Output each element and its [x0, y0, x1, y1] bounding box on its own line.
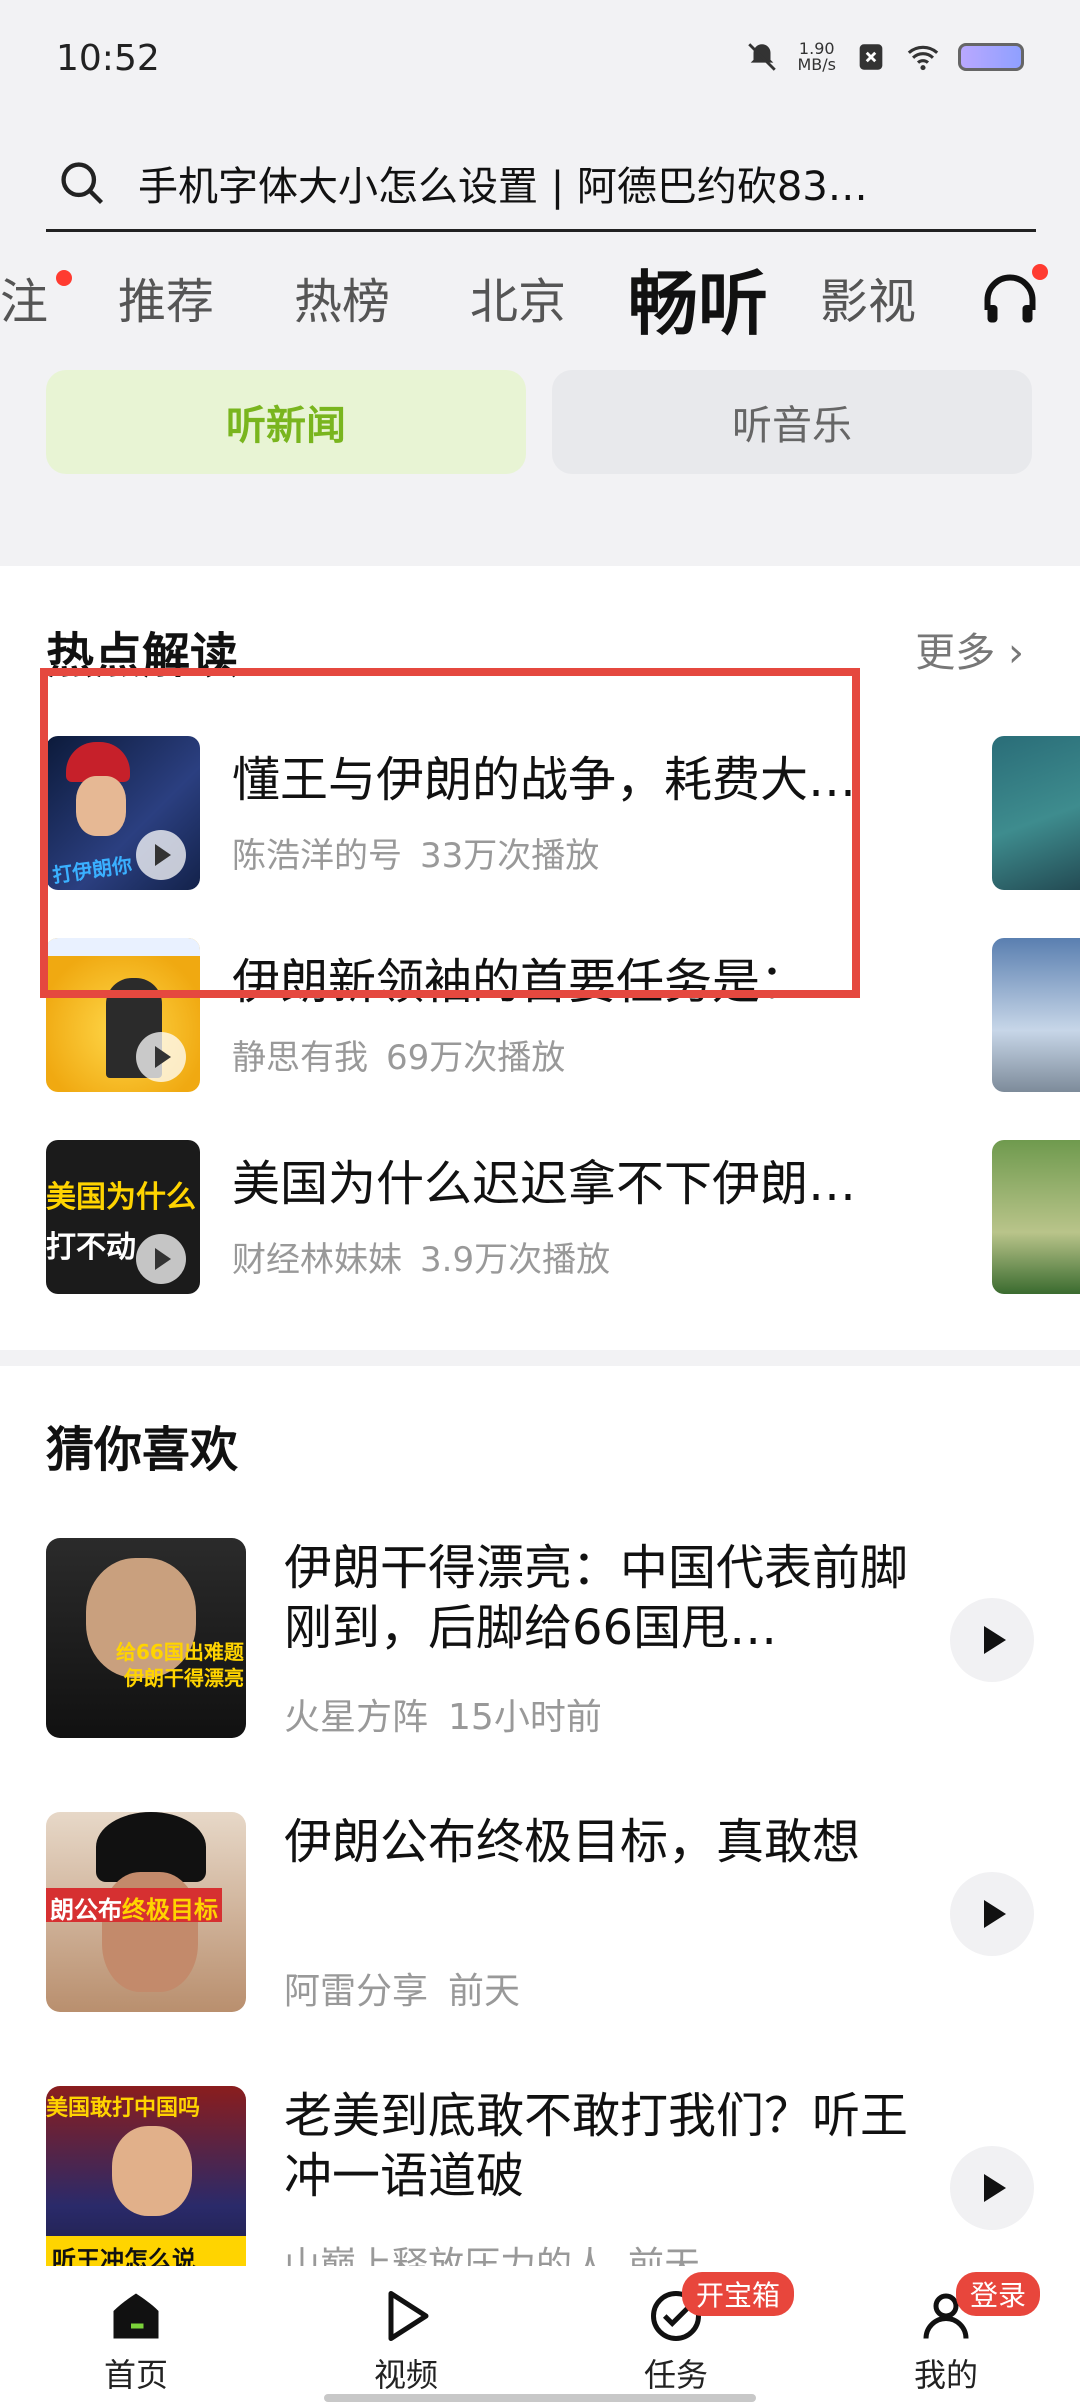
hot-section: 热点解读 更多 › 打伊朗你 懂王与伊朗的战争，耗费大… 陈浩洋的号 33万次播放… — [0, 566, 1080, 1350]
video-thumbnail: 朗公布终极目标 — [46, 1812, 246, 2012]
video-thumbnail — [46, 938, 200, 1092]
thumbnail-caption: 朗公布终极目标 — [46, 1888, 222, 1924]
play-button[interactable] — [950, 1598, 1034, 1682]
headphones-dot — [1032, 264, 1048, 280]
hot-item-meta: 陈浩洋的号 33万次播放 — [232, 828, 599, 877]
list-item[interactable]: 打伊朗你 懂王与伊朗的战争，耗费大… 陈浩洋的号 33万次播放 — [46, 736, 1080, 896]
hot-item-plays: 3.9万次播放 — [420, 1240, 611, 1280]
home-icon — [113, 2293, 159, 2339]
status-bar: 10:52 1.90 MB/s — [0, 0, 1080, 120]
status-time: 10:52 — [56, 38, 160, 79]
recommend-section-title: 猜你喜欢 — [46, 1422, 239, 1478]
list-item[interactable]: 伊朗新领袖的首要任务是：… 静思有我 69万次播放 — [46, 938, 1080, 1098]
recommend-item-time: 15小时前 — [448, 1697, 602, 1738]
hot-item-title: 懂王与伊朗的战争，耗费大… — [232, 752, 857, 808]
play-button[interactable] — [950, 1872, 1034, 1956]
nav-video[interactable]: 视频 — [326, 2286, 486, 2396]
recommend-item-title: 伊朗干得漂亮：中国代表前脚刚到，后脚给66国甩… — [284, 1540, 909, 1656]
side-thumbnail[interactable] — [992, 938, 1080, 1092]
task-badge: 开宝箱 — [682, 2272, 795, 2316]
thumbnail-caption-a: 朗公布 — [50, 1896, 122, 1924]
wifi-icon — [907, 45, 939, 71]
channel-tabs: 注 推荐 热榜 北京 畅听 影视 — [0, 240, 1080, 350]
recommend-item-title: 伊朗公布终极目标，真敢想 — [284, 1814, 861, 1870]
nav-task-label: 任务 — [643, 2356, 708, 2394]
nav-mine-label: 我的 — [913, 2356, 978, 2394]
home-indicator — [324, 2394, 756, 2402]
thumbnail-caption: 打伊朗你 — [50, 852, 134, 888]
bottom-navbar: 首页 视频 任务 开宝箱 我的 登录 — [0, 2266, 1080, 2408]
thumbnail-caption: 美国敢打中国吗 — [46, 2096, 201, 2121]
nav-home-label: 首页 — [103, 2356, 168, 2394]
hot-more-link[interactable]: 更多 › — [915, 620, 1024, 678]
search-icon — [61, 161, 104, 204]
tab-film[interactable]: 影视 — [820, 262, 916, 332]
thumbnail-caption: 伊朗干得漂亮 — [124, 1666, 244, 1690]
nav-video-label: 视频 — [373, 2356, 438, 2394]
net-speed-unit: MB/s — [797, 55, 836, 74]
status-icons: 1.90 MB/s — [745, 40, 1024, 74]
search-query: 手机字体大小怎么设置 | 阿德巴约砍83… — [138, 163, 868, 210]
video-thumbnail: 打伊朗你 — [46, 736, 200, 890]
thumbnail-caption-b: 终极目标 — [122, 1896, 218, 1924]
hot-item-author: 陈浩洋的号 — [232, 836, 402, 876]
list-item[interactable]: 给66国出难题 伊朗干得漂亮 伊朗干得漂亮：中国代表前脚刚到，后脚给66国甩… … — [46, 1538, 1046, 1738]
recommend-item-meta: 火星方阵 15小时前 — [284, 1688, 602, 1740]
thumbnail-caption: 美国为什么 — [46, 1180, 196, 1215]
hot-item-meta: 财经林妹妹 3.9万次播放 — [232, 1232, 610, 1281]
segment-listen-music[interactable]: 听音乐 — [552, 370, 1032, 474]
tab-follow-dot — [56, 270, 72, 286]
tab-follow[interactable]: 注 — [0, 262, 48, 332]
hot-item-plays: 69万次播放 — [386, 1038, 566, 1078]
list-item[interactable]: 美国敢打中国吗 听王冲怎么说 老美到底敢不敢打我们？听王冲一语道破 山巅上释放压… — [46, 2086, 1046, 2286]
list-item[interactable]: 美国为什么 打不动 美国为什么迟迟拿不下伊朗… 财经林妹妹 3.9万次播放 — [46, 1140, 1080, 1300]
login-badge: 登录 — [956, 2272, 1041, 2316]
play-icon — [136, 1032, 186, 1082]
net-speed: 1.90 MB/s — [797, 41, 836, 73]
sim-icon — [859, 44, 883, 70]
hot-item-plays: 33万次播放 — [420, 836, 600, 876]
recommend-item-title: 老美到底敢不敢打我们？听王冲一语道破 — [284, 2088, 909, 2204]
video-thumbnail: 美国敢打中国吗 听王冲怎么说 — [46, 2086, 246, 2286]
play-button[interactable] — [950, 2146, 1034, 2230]
video-thumbnail: 给66国出难题 伊朗干得漂亮 — [46, 1538, 246, 1738]
hot-item-title: 伊朗新领袖的首要任务是：… — [232, 954, 857, 1010]
face-shape — [76, 776, 126, 836]
video-play-icon — [388, 2291, 429, 2341]
hot-item-title: 美国为什么迟迟拿不下伊朗… — [232, 1156, 857, 1212]
tab-beijing[interactable]: 北京 — [470, 262, 566, 332]
recommend-item-author: 阿雷分享 — [284, 1971, 429, 2012]
hot-section-title: 热点解读 — [46, 628, 239, 684]
side-thumbnail[interactable] — [992, 1140, 1080, 1294]
hot-item-meta: 静思有我 69万次播放 — [232, 1030, 565, 1079]
recommend-item-time: 前天 — [448, 1971, 521, 2012]
recommend-item-meta: 阿雷分享 前天 — [284, 1962, 520, 2014]
search-bar[interactable]: 手机字体大小怎么设置 | 阿德巴约砍83… — [46, 136, 1036, 232]
headphones-icon[interactable] — [980, 270, 1040, 330]
recommend-section: 猜你喜欢 给66国出难题 伊朗干得漂亮 伊朗干得漂亮：中国代表前脚刚到，后脚给6… — [0, 1366, 1080, 2286]
mute-bell-icon — [748, 43, 777, 71]
nav-home[interactable]: 首页 — [56, 2286, 216, 2396]
side-thumbnail[interactable] — [992, 736, 1080, 890]
list-item[interactable]: 朗公布终极目标 伊朗公布终极目标，真敢想 阿雷分享 前天 — [46, 1812, 1046, 2012]
play-icon — [136, 1234, 186, 1284]
video-thumbnail: 美国为什么 打不动 — [46, 1140, 200, 1294]
battery-icon — [958, 43, 1024, 71]
hot-item-author: 静思有我 — [232, 1038, 368, 1078]
thumbnail-caption: 给66国出难题 — [116, 1640, 244, 1664]
recommend-item-author: 火星方阵 — [284, 1697, 429, 1738]
thumbnail-banner — [46, 938, 200, 956]
tab-recommend[interactable]: 推荐 — [118, 262, 214, 332]
segment-listen-news[interactable]: 听新闻 — [46, 370, 526, 474]
hot-item-author: 财经林妹妹 — [232, 1240, 402, 1280]
face-shape — [112, 2126, 192, 2216]
tab-hot-list[interactable]: 热榜 — [294, 262, 390, 332]
tab-listen[interactable]: 畅听 — [628, 248, 768, 349]
play-icon — [136, 830, 186, 880]
